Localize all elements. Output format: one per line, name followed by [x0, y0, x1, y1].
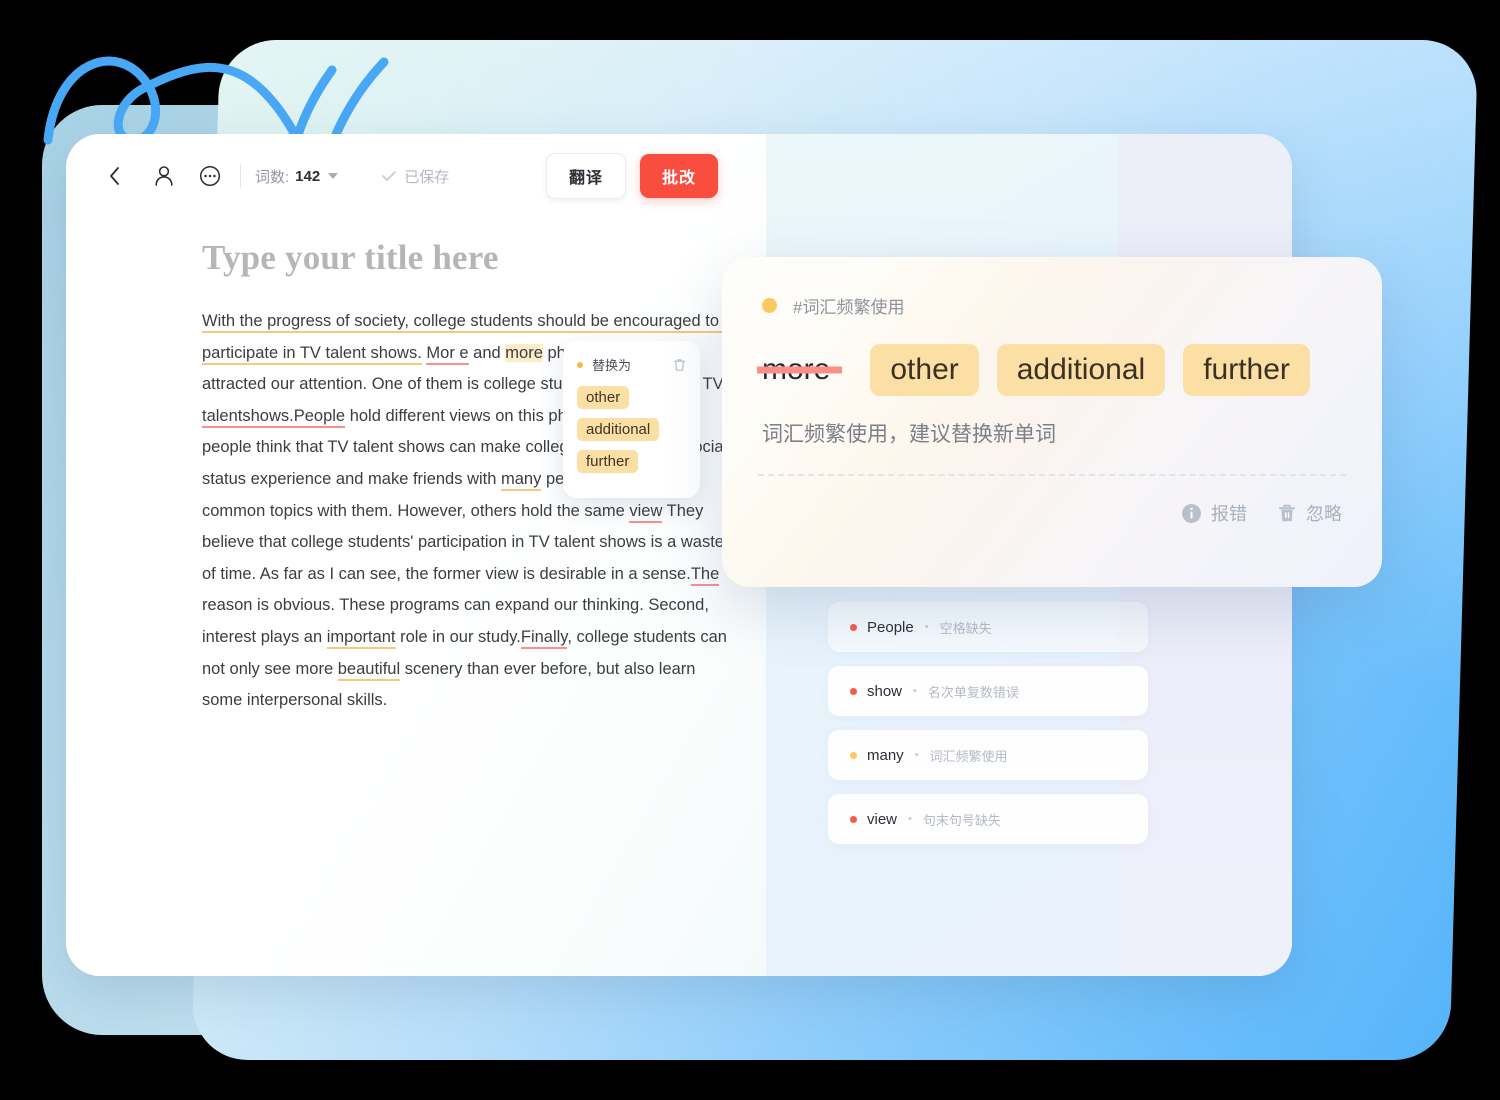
separator-dot: •: [914, 749, 919, 761]
suggestion-chip-other[interactable]: other: [870, 344, 979, 396]
warning-dot-icon: [577, 361, 583, 368]
word-count-value: 142: [295, 167, 321, 185]
toolbar-divider: [240, 164, 241, 188]
inline-popup-header: 替换为: [577, 355, 686, 374]
severity-dot: [850, 815, 857, 823]
more-circle-icon[interactable]: [190, 156, 230, 196]
inline-suggestion-popup[interactable]: 替换为 other additional further: [563, 341, 700, 498]
report-error-label: 报错: [1211, 504, 1247, 524]
chevron-left-icon[interactable]: [94, 156, 134, 196]
editor-toolbar: 词数: 142 已保存 翻译 批改: [66, 134, 766, 218]
inline-suggestion-chip[interactable]: other: [577, 386, 630, 409]
inline-chip-list: other additional further: [577, 386, 686, 482]
error-word: many: [867, 746, 904, 764]
severity-dot: [850, 751, 857, 759]
suggestion-chip-further[interactable]: further: [1183, 344, 1310, 396]
word-count-label: 词数:: [255, 168, 290, 186]
check-icon: [382, 170, 397, 181]
report-error-button[interactable]: 报错: [1181, 500, 1247, 526]
error-type: 空格缺失: [939, 620, 992, 636]
error-list-item-show[interactable]: show • 名次单复数错误: [828, 666, 1148, 716]
error-word: People: [867, 618, 914, 636]
severity-dot: [850, 623, 857, 631]
error-list-item-people[interactable]: People • 空格缺失: [828, 602, 1148, 652]
error-list-item-many[interactable]: many • 词汇频繁使用: [828, 730, 1148, 780]
severity-dot: [850, 687, 857, 695]
trash-icon[interactable]: [673, 358, 686, 372]
chevron-down-icon: [328, 173, 339, 179]
word-count-dropdown[interactable]: 词数: 142: [255, 166, 339, 187]
inline-popup-title: 替换为: [592, 358, 632, 373]
toolbar-actions: 翻译 批改: [545, 153, 766, 199]
saved-status: 已保存: [382, 166, 449, 187]
warning-dot-icon: [762, 298, 777, 313]
inline-suggestion-chip[interactable]: additional: [577, 418, 660, 441]
trash-icon: [1279, 504, 1295, 521]
suggestion-card-actions: 报错 忽略: [762, 476, 1342, 526]
suggestion-category-tag: #词汇频繁使用: [793, 298, 905, 317]
ignore-button[interactable]: 忽略: [1277, 500, 1342, 526]
correct-button[interactable]: 批改: [639, 154, 718, 198]
error-word: view: [867, 810, 898, 828]
suggestion-detail-card: #词汇频繁使用 more other additional further 词汇…: [722, 257, 1382, 587]
error-type: 名次单复数错误: [927, 684, 1019, 700]
info-icon: [1182, 503, 1201, 523]
separator-dot: •: [924, 621, 929, 633]
user-icon[interactable]: [144, 156, 184, 196]
translate-button[interactable]: 翻译: [545, 153, 626, 199]
separator-dot: •: [908, 813, 912, 825]
suggestion-word-row: more other additional further: [762, 344, 1342, 396]
inline-suggestion-chip[interactable]: further: [577, 450, 639, 473]
suggestion-card-header: #词汇频繁使用: [762, 293, 1342, 318]
error-type: 词汇频繁使用: [929, 748, 1008, 764]
error-word: show: [867, 682, 903, 700]
original-word: more: [762, 353, 831, 386]
saved-label: 已保存: [404, 168, 450, 186]
error-list-item-view[interactable]: view • 句末句号缺失: [828, 794, 1148, 844]
ignore-label: 忽略: [1306, 504, 1342, 524]
suggestion-description: 词汇频繁使用，建议替换新单词: [762, 423, 1056, 446]
error-type: 句末句号缺失: [922, 812, 1001, 828]
separator-dot: •: [913, 685, 917, 697]
screenshot-stage: 词数: 142 已保存 翻译 批改 Type your title here W…: [0, 0, 1500, 1100]
suggestion-chip-additional[interactable]: additional: [996, 344, 1166, 396]
document-title[interactable]: Type your title here: [202, 238, 732, 278]
